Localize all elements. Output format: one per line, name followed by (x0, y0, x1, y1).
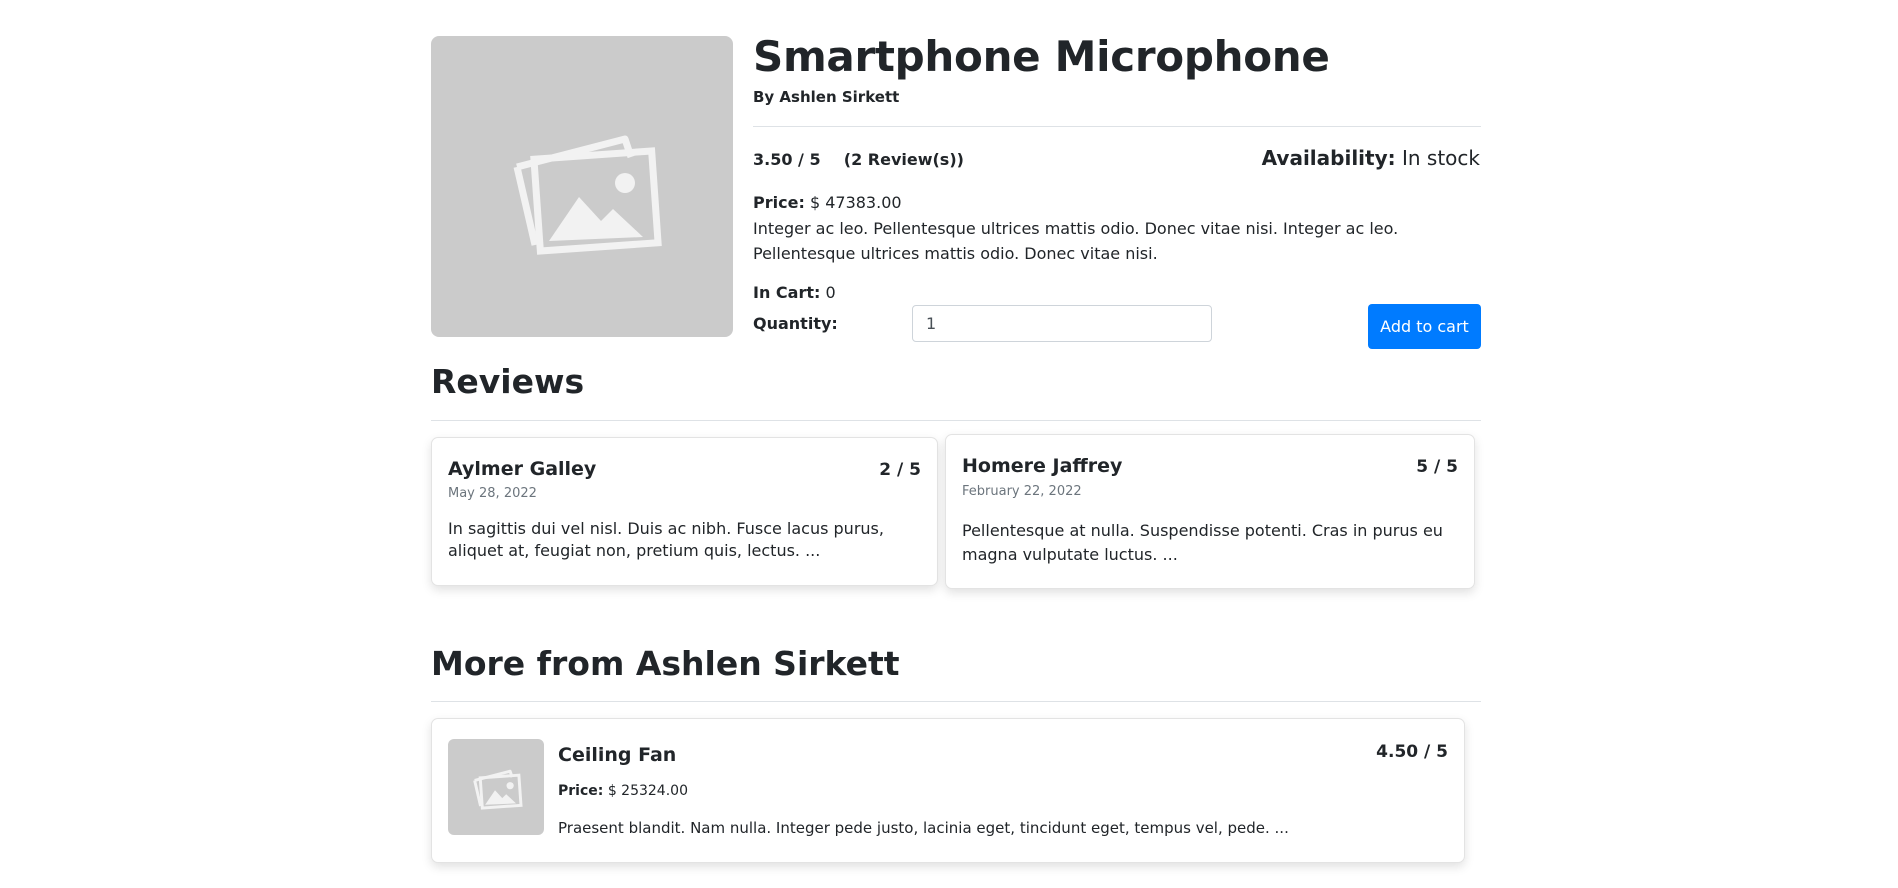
review-card: Aylmer Galley 2 / 5 May 28, 2022 In sagi… (431, 437, 938, 586)
reviewer-name: Aylmer Galley (448, 458, 597, 480)
reviews-heading: Reviews (431, 362, 585, 401)
in-cart: In Cart: 0 (753, 283, 836, 302)
image-placeholder-icon (473, 769, 523, 810)
product-price: Price: $ 47383.00 (753, 193, 902, 212)
quantity-label: Quantity: (753, 314, 838, 333)
price-label: Price: (558, 783, 604, 799)
availability-value: In stock (1401, 146, 1480, 170)
more-from-heading: More from Ashlen Sirkett (431, 644, 900, 683)
quantity-input[interactable] (912, 305, 1212, 342)
related-product-rating: 4.50 / 5 (1376, 742, 1448, 762)
review-score: 5 / 5 (1416, 457, 1458, 477)
product-title: Smartphone Microphone (753, 32, 1330, 81)
availability: Availability: In stock (1262, 146, 1480, 170)
price-value: $ 47383.00 (809, 193, 902, 212)
product-image (431, 36, 733, 337)
in-cart-label: In Cart: (753, 283, 821, 302)
header-divider (753, 126, 1481, 127)
reviewer-name: Homere Jaffrey (962, 455, 1123, 477)
review-score: 2 / 5 (879, 460, 921, 480)
related-product-image (448, 739, 544, 835)
review-date: May 28, 2022 (448, 486, 537, 501)
review-date: February 22, 2022 (962, 484, 1082, 499)
price-label: Price: (753, 193, 805, 212)
related-product-description: Praesent blandit. Nam nulla. Integer ped… (558, 819, 1289, 837)
reviews-divider (431, 420, 1481, 421)
in-cart-value: 0 (825, 283, 836, 302)
more-from-divider (431, 701, 1481, 702)
related-product-card[interactable]: Ceiling Fan 4.50 / 5 Price: $ 25324.00 P… (431, 718, 1465, 863)
image-placeholder-icon (513, 135, 662, 255)
related-product-price: Price: $ 25324.00 (558, 783, 688, 799)
review-count: (2 Review(s)) (843, 150, 964, 169)
review-card: Homere Jaffrey 5 / 5 February 22, 2022 P… (945, 434, 1475, 589)
review-text: Pellentesque at nulla. Suspendisse poten… (962, 521, 1443, 564)
price-value: $ 25324.00 (607, 783, 688, 799)
product-rating: 3.50 / 5 (2 Review(s)) (753, 150, 964, 169)
rating-value: 3.50 / 5 (753, 150, 821, 169)
availability-label: Availability: (1261, 146, 1396, 170)
add-to-cart-button[interactable]: Add to cart (1368, 304, 1481, 349)
product-author: By Ashlen Sirkett (753, 88, 900, 106)
review-text: In sagittis dui vel nisl. Duis ac nibh. … (448, 519, 884, 560)
related-product-name[interactable]: Ceiling Fan (558, 744, 676, 766)
product-description: Integer ac leo. Pellentesque ultrices ma… (753, 219, 1399, 263)
